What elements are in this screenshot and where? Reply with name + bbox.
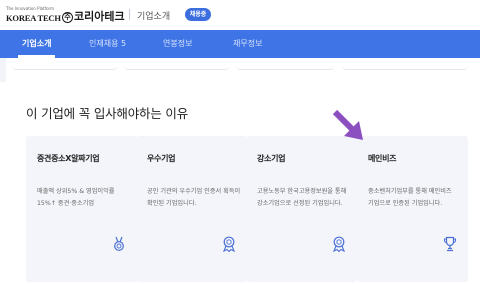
info-panel-segment [124,58,229,70]
tab-company-intro[interactable]: 기업소개 [17,30,56,58]
info-panel-segment [236,58,334,70]
award-ribbon-icon [223,236,235,252]
trophy-icon [443,236,457,252]
logo-tagline: The Innovation Platform [6,6,55,11]
company-name-text: 코리아테크 [74,10,125,23]
company-type-mark: 주 [62,12,73,23]
tab-financials[interactable]: 재무정보 [233,30,262,58]
tab-recruitment[interactable]: 인재채용 5 [89,30,126,58]
company-name[interactable]: 주 코리아테크 [62,8,125,24]
top-header: The Innovation Platform KOREA TECH 주 코리아테… [0,0,480,215]
card-description: 공인 기관의 우수기업 인증서 획득이 확인된 기업입니다. [147,188,241,207]
section-title: 기업소개 [137,12,171,22]
hiring-badge: 채용중 [185,8,211,21]
reasons-section: 이 기업에 꼭 입사해야하는 이유 중견중소X알짜기업 매출액 상위5% & 영… [0,82,480,284]
award-ribbon-icon [333,236,345,252]
card-title: 중견중소X알짜기업 [37,154,100,163]
medal-icon [114,236,124,251]
info-panel-segment [342,58,468,70]
company-page: The Innovation Platform KOREA TECH 주 코리아테… [0,0,480,284]
card-title: 우수기업 [147,154,176,163]
header-divider [129,9,130,20]
reason-card-excellent[interactable]: 우수기업 공인 기관의 우수기업 인증서 획득이 확인된 기업입니다. [136,136,247,282]
tab-salary[interactable]: 연봉정보 [163,30,192,58]
site-logo[interactable]: The Innovation Platform KOREA TECH [6,6,480,215]
tab-bar: 기업소개 인재채용 5 연봉정보 재무정보 [0,30,480,58]
section-heading: 이 기업에 꼭 입사해야하는 이유 [26,106,188,121]
reason-card-mainbiz[interactable]: 메인비즈 중소벤처기업부를 통해 메인비즈 기업으로 인증된 기업입니다. [357,136,468,282]
card-description: 매출액 상위5% & 영업이익률 15%↑ 중견·중소기업 [37,188,115,207]
info-panel-segment [12,58,117,70]
pointer-arrow-icon [333,110,363,140]
info-panel-strip [12,58,468,70]
card-description: 고용노동부 한국고용정보원을 통해 강소기업으로 선정된 기업입니다. [257,188,347,207]
card-title: 메인비즈 [368,154,397,163]
reason-card-mid-small[interactable]: 중견중소X알짜기업 매출액 상위5% & 영업이익률 15%↑ 중견·중소기업 [26,136,137,282]
card-title: 강소기업 [257,154,286,163]
reason-card-strong-small[interactable]: 강소기업 고용노동부 한국고용정보원을 통해 강소기업으로 선정된 기업입니다. [246,136,357,282]
card-description: 중소벤처기업부를 통해 메인비즈 기업으로 인증된 기업입니다. [368,188,452,207]
